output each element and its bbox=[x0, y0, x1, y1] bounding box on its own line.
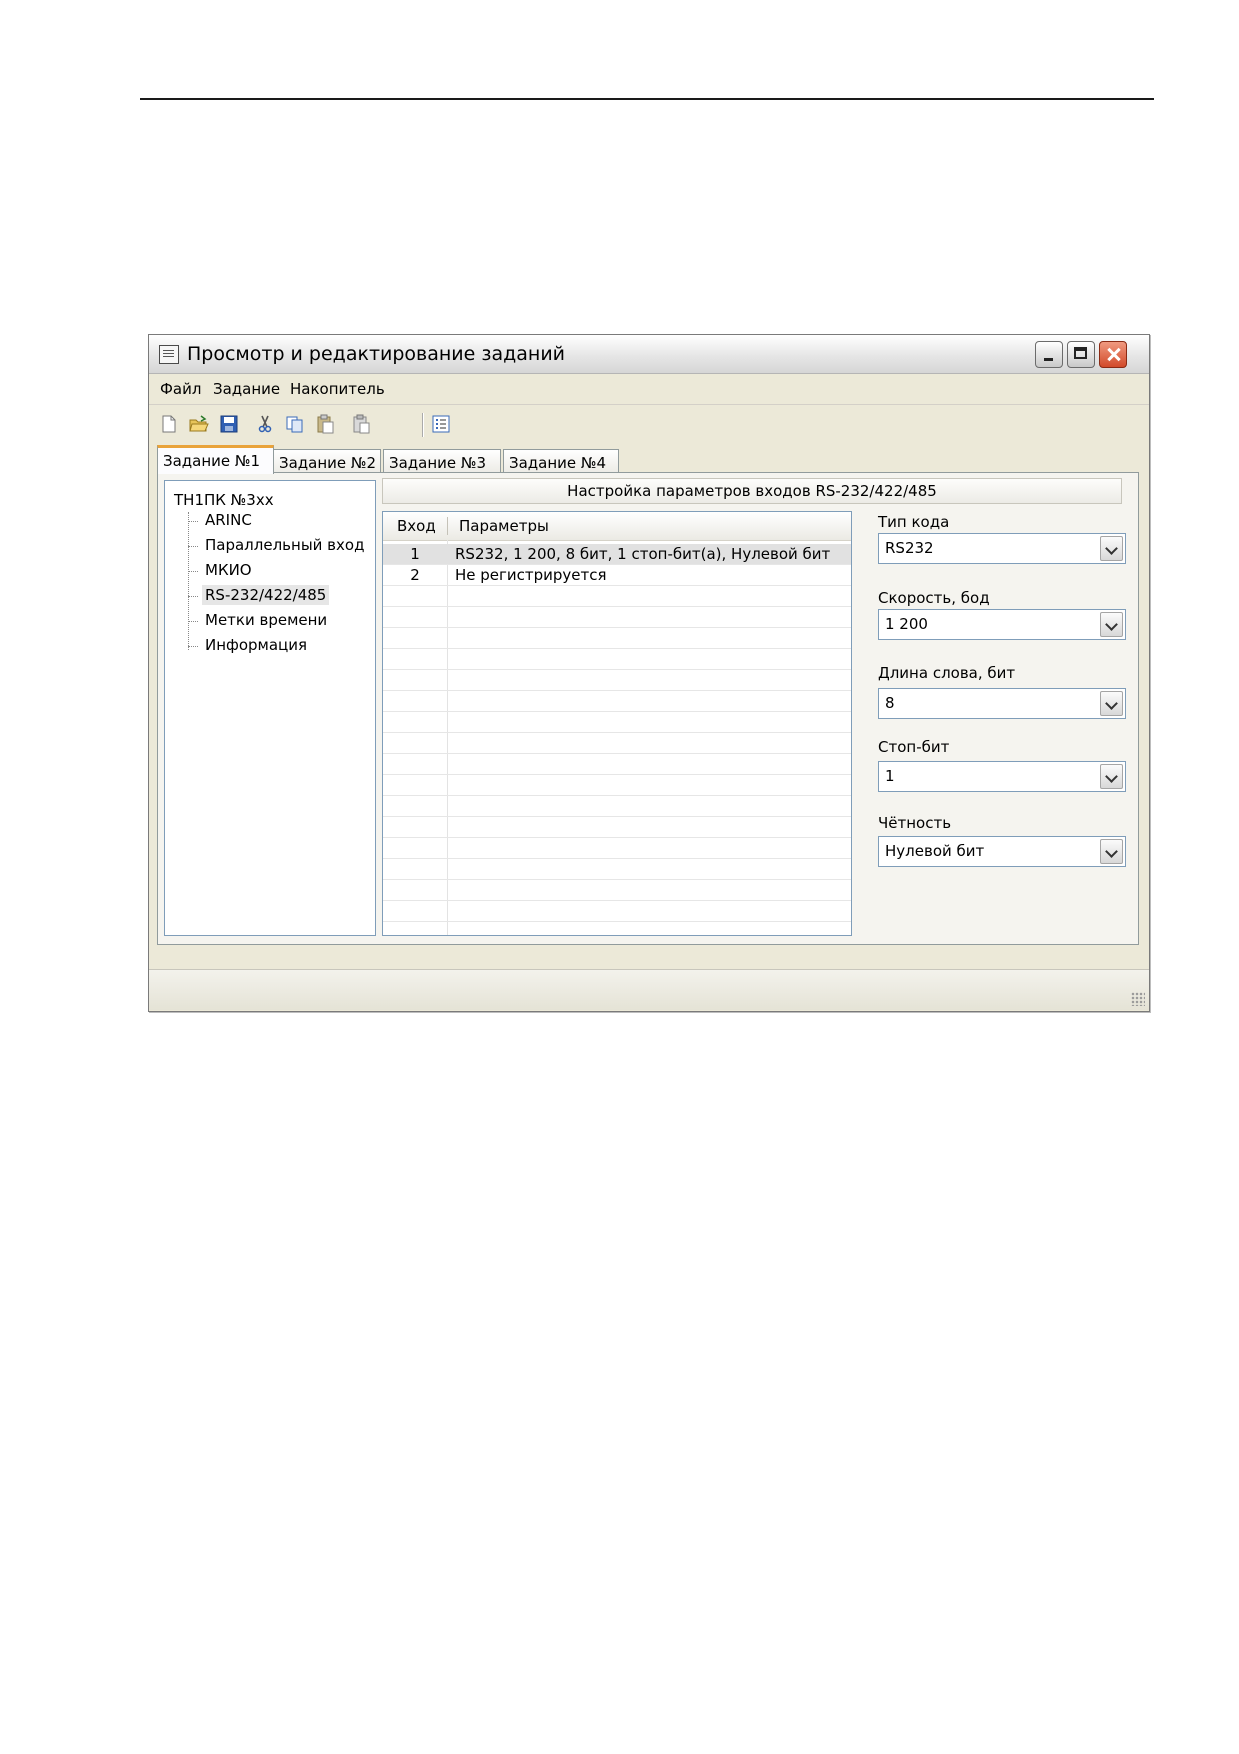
stop-bit-value: 1 bbox=[885, 767, 895, 785]
chevron-down-icon[interactable] bbox=[1100, 536, 1123, 561]
tree-item-arinc[interactable]: ARINC bbox=[188, 511, 255, 529]
column-header-input[interactable]: Вход bbox=[397, 517, 436, 535]
cell-input: 1 bbox=[410, 545, 420, 563]
cut-icon[interactable] bbox=[255, 414, 275, 434]
toolbar-separator bbox=[422, 413, 424, 437]
inputs-grid: Вход Параметры 1 RS232, 1 200, 8 бит, 1 … bbox=[382, 511, 852, 936]
chevron-down-icon[interactable] bbox=[1100, 612, 1123, 637]
tree-item-label: RS-232/422/485 bbox=[202, 585, 330, 605]
resize-grip-icon[interactable] bbox=[1131, 992, 1145, 1006]
empty-row bbox=[383, 880, 851, 901]
open-folder-icon[interactable] bbox=[189, 414, 209, 434]
grid-header: Вход Параметры bbox=[383, 512, 851, 541]
table-row[interactable]: 2 Не регистрируется bbox=[383, 565, 851, 586]
empty-row bbox=[383, 628, 851, 649]
tree-item-label: МКИО bbox=[205, 561, 252, 579]
empty-row bbox=[383, 733, 851, 754]
tab-panel: ТН1ПК №3хх ARINC Параллельный вход МКИО … bbox=[157, 472, 1139, 945]
tree-item-label: Параллельный вход bbox=[205, 536, 365, 554]
tree-item-parallel-input[interactable]: Параллельный вход bbox=[188, 536, 367, 554]
empty-row bbox=[383, 691, 851, 712]
tab-task-1[interactable]: Задание №1 bbox=[157, 445, 274, 474]
tab-task-3[interactable]: Задание №3 bbox=[383, 449, 501, 473]
empty-row bbox=[383, 649, 851, 670]
title-bar[interactable]: Просмотр и редактирование заданий bbox=[149, 335, 1149, 374]
menu-bar: Файл Задание Накопитель bbox=[149, 374, 1149, 405]
empty-row bbox=[383, 754, 851, 775]
word-length-label: Длина слова, бит bbox=[878, 664, 1016, 682]
cell-params: RS232, 1 200, 8 бит, 1 стоп-бит(а), Нуле… bbox=[455, 545, 831, 563]
properties-icon[interactable] bbox=[431, 414, 451, 434]
code-type-value: RS232 bbox=[885, 539, 934, 557]
menu-storage[interactable]: Накопитель bbox=[290, 380, 385, 398]
parity-value: Нулевой бит bbox=[885, 842, 985, 860]
paste-icon[interactable] bbox=[315, 414, 335, 434]
tree-item-label: ARINC bbox=[205, 511, 252, 529]
empty-row bbox=[383, 607, 851, 628]
empty-row bbox=[383, 670, 851, 691]
save-icon[interactable] bbox=[219, 414, 239, 434]
close-button[interactable] bbox=[1099, 341, 1127, 368]
app-icon bbox=[159, 345, 179, 364]
stop-bit-label: Стоп-бит bbox=[878, 738, 950, 756]
section-title: Настройка параметров входов RS-232/422/4… bbox=[382, 478, 1122, 504]
chevron-down-icon[interactable] bbox=[1100, 691, 1123, 716]
tree-item-label: Информация bbox=[205, 636, 308, 654]
stop-bit-select[interactable]: 1 bbox=[878, 761, 1126, 792]
empty-row bbox=[383, 817, 851, 838]
tree-item-rs232[interactable]: RS-232/422/485 bbox=[188, 585, 330, 605]
column-separator bbox=[447, 517, 448, 535]
tree-item-mkio[interactable]: МКИО bbox=[188, 561, 255, 579]
tree-item-info[interactable]: Информация bbox=[188, 636, 310, 654]
empty-row bbox=[383, 838, 851, 859]
column-header-params[interactable]: Параметры bbox=[459, 517, 549, 535]
parity-select[interactable]: Нулевой бит bbox=[878, 836, 1126, 867]
menu-file[interactable]: Файл bbox=[160, 380, 201, 398]
code-type-label: Тип кода bbox=[878, 513, 950, 531]
minimize-button[interactable] bbox=[1035, 341, 1063, 368]
table-row[interactable]: 1 RS232, 1 200, 8 бит, 1 стоп-бит(а), Ну… bbox=[383, 544, 851, 565]
cell-input: 2 bbox=[410, 566, 420, 584]
speed-select[interactable]: 1 200 bbox=[878, 609, 1126, 640]
tree-root[interactable]: ТН1ПК №3хх bbox=[174, 491, 274, 509]
maximize-button[interactable] bbox=[1067, 341, 1095, 368]
parity-label: Чётность bbox=[878, 814, 952, 832]
chevron-down-icon[interactable] bbox=[1100, 839, 1123, 864]
device-tree: ТН1ПК №3хх ARINC Параллельный вход МКИО … bbox=[164, 480, 376, 936]
code-type-select[interactable]: RS232 bbox=[878, 533, 1126, 564]
new-file-icon[interactable] bbox=[159, 414, 179, 434]
tree-connector bbox=[188, 512, 189, 650]
status-bar bbox=[149, 969, 1149, 1010]
copy-icon[interactable] bbox=[285, 414, 305, 434]
empty-row bbox=[383, 796, 851, 817]
tree-item-timestamps[interactable]: Метки времени bbox=[188, 611, 330, 629]
empty-row bbox=[383, 586, 851, 607]
speed-value: 1 200 bbox=[885, 615, 928, 633]
word-length-select[interactable]: 8 bbox=[878, 688, 1126, 719]
empty-row bbox=[383, 775, 851, 796]
toolbar bbox=[149, 405, 1149, 443]
chevron-down-icon[interactable] bbox=[1100, 764, 1123, 789]
empty-row bbox=[383, 859, 851, 880]
tree-item-label: Метки времени bbox=[205, 611, 328, 629]
empty-row bbox=[383, 712, 851, 733]
word-length-value: 8 bbox=[885, 694, 895, 712]
cell-params: Не регистрируется bbox=[455, 566, 607, 584]
paste-special-icon[interactable] bbox=[351, 414, 371, 434]
window-title: Просмотр и редактирование заданий bbox=[187, 343, 566, 365]
menu-task[interactable]: Задание bbox=[213, 380, 280, 398]
page-header-rule bbox=[140, 98, 1154, 100]
tab-task-4[interactable]: Задание №4 bbox=[503, 449, 619, 473]
speed-label: Скорость, бод bbox=[878, 589, 990, 607]
empty-row bbox=[383, 901, 851, 922]
app-window: Просмотр и редактирование заданий Файл З… bbox=[148, 334, 1150, 1012]
tab-task-2[interactable]: Задание №2 bbox=[273, 449, 381, 473]
